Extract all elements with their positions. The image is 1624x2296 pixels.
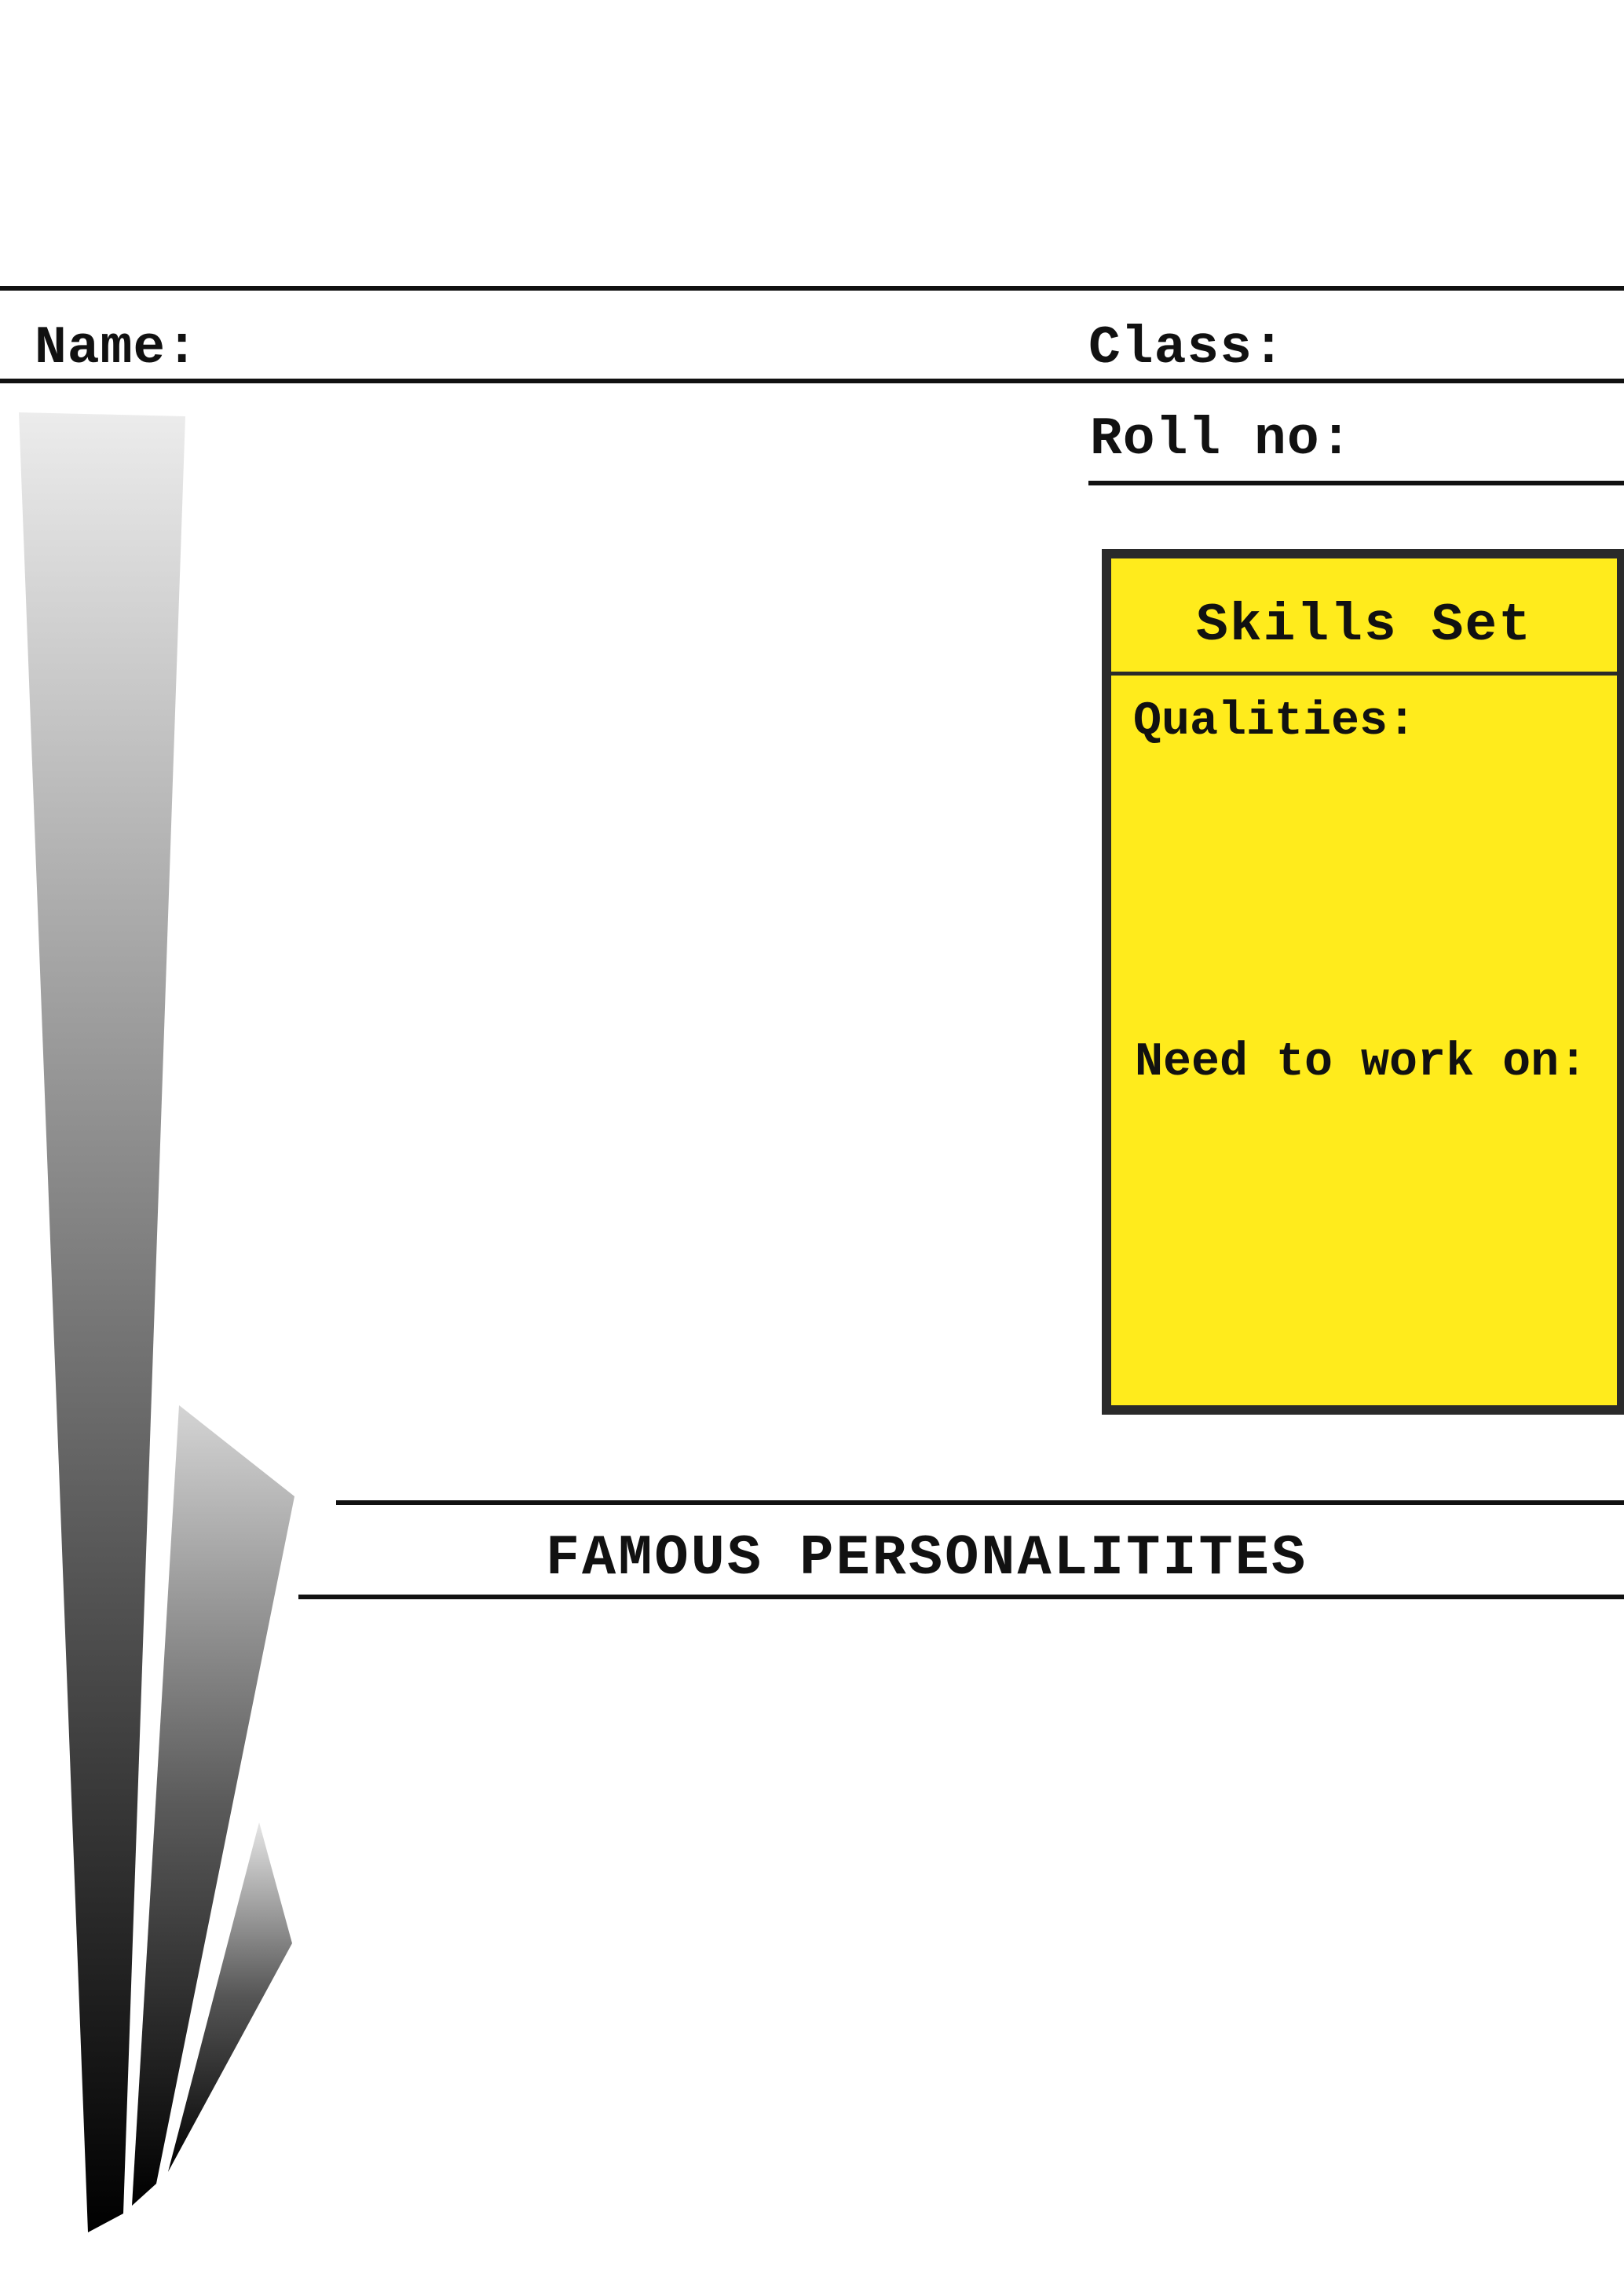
roll-no-label: Roll no:	[1090, 409, 1353, 470]
section-bottom-rule	[298, 1595, 1624, 1599]
skills-set-title: Skills Set	[1195, 595, 1533, 656]
top-rule	[0, 286, 1624, 291]
roll-underline	[1088, 481, 1624, 485]
skills-set-box: Skills Set Qualities: Need to work on:	[1102, 549, 1624, 1415]
famous-personalities-heading: FAMOUS PERSONALITITES	[545, 1526, 1308, 1591]
name-underline	[0, 379, 1624, 383]
need-to-work-on-label: Need to work on:	[1135, 1036, 1588, 1089]
qualities-label: Qualities:	[1133, 695, 1417, 749]
name-label: Name:	[35, 318, 199, 379]
skills-set-header: Skills Set	[1111, 558, 1617, 676]
section-top-rule	[336, 1500, 1624, 1505]
class-label: Class:	[1088, 318, 1286, 379]
